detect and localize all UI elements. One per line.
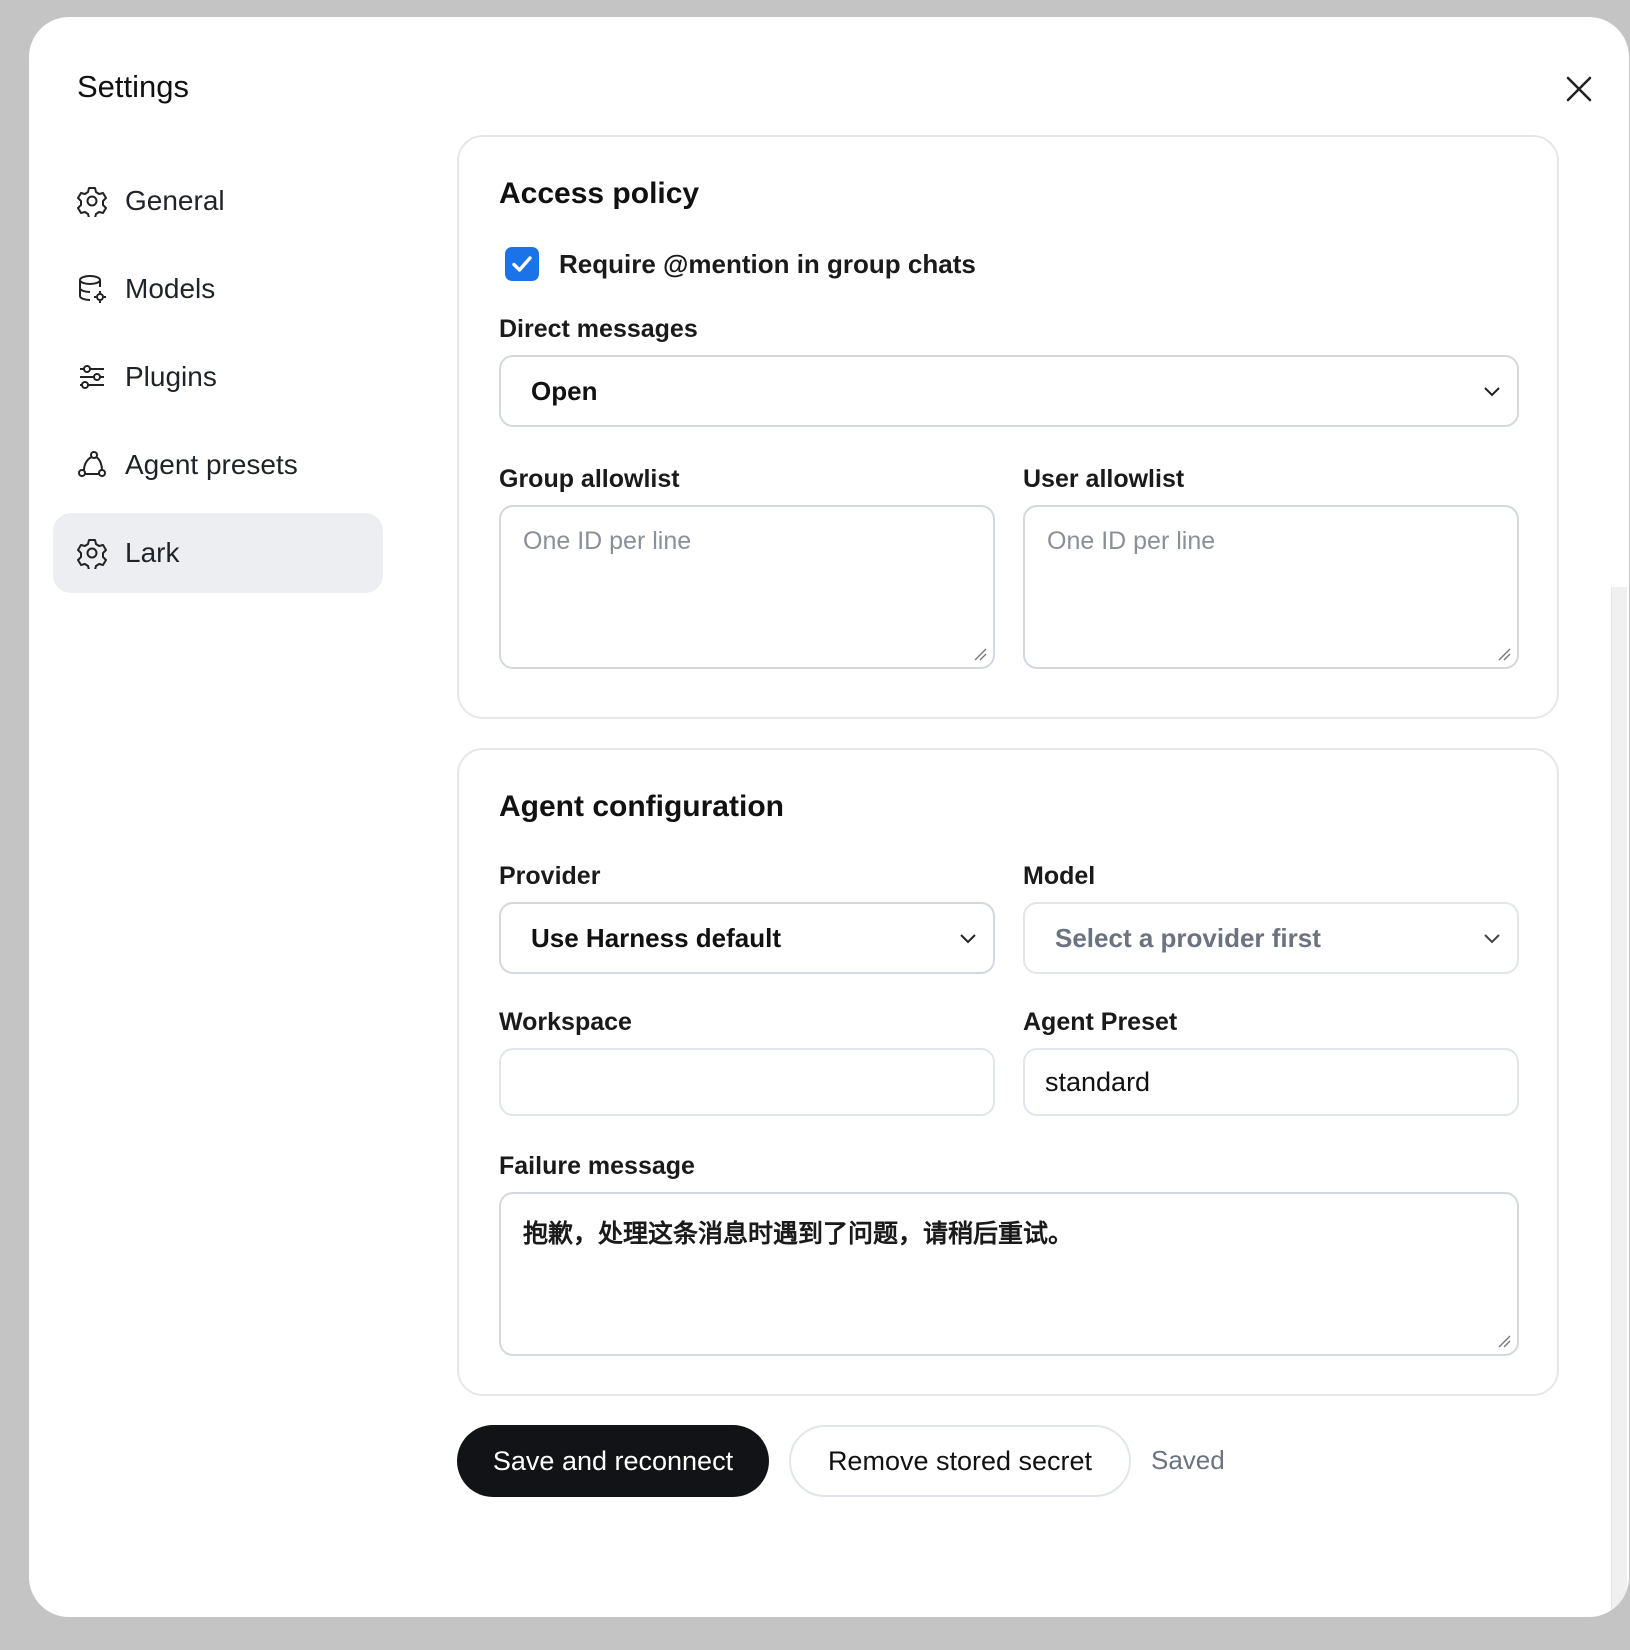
save-button-label: Save and reconnect bbox=[492, 1445, 734, 1476]
workspace-input[interactable] bbox=[499, 1048, 995, 1116]
require-mention-checkbox[interactable] bbox=[505, 247, 539, 281]
chevron-down-icon bbox=[1484, 934, 1500, 944]
close-button[interactable] bbox=[1557, 67, 1601, 111]
direct-messages-select[interactable]: Open bbox=[499, 355, 1519, 427]
group-allowlist-placeholder: One ID per line bbox=[523, 527, 692, 555]
check-icon bbox=[512, 256, 532, 272]
failure-message-value: 抱歉，处理这条消息时遇到了问题，请稍后重试。 bbox=[523, 1220, 1074, 1248]
settings-sidebar: General Models Plugins Agent presets Lar… bbox=[53, 161, 383, 601]
sidebar-item-agent-presets[interactable]: Agent presets bbox=[53, 425, 383, 505]
remove-stored-secret-button[interactable]: Remove stored secret bbox=[789, 1425, 1131, 1497]
sidebar-item-label: Models bbox=[125, 273, 216, 304]
chevron-down-icon bbox=[1484, 387, 1500, 397]
direct-messages-label: Direct messages bbox=[499, 315, 698, 343]
agent-preset-input[interactable]: standard bbox=[1023, 1048, 1519, 1116]
agent-preset-value: standard bbox=[1045, 1066, 1151, 1097]
sidebar-item-models[interactable]: Models bbox=[53, 249, 383, 329]
direct-messages-value: Open bbox=[531, 375, 598, 406]
sidebar-item-label: Plugins bbox=[125, 361, 217, 392]
agent-preset-label: Agent Preset bbox=[1023, 1008, 1178, 1036]
gear-icon bbox=[75, 536, 109, 570]
section-title: Access policy bbox=[499, 177, 700, 210]
access-policy-card: Access policy Require @mention in group … bbox=[457, 135, 1559, 719]
sidebar-item-plugins[interactable]: Plugins bbox=[53, 337, 383, 417]
require-mention-checkbox-row[interactable]: Require @mention in group chats bbox=[505, 247, 976, 281]
modal-title: Settings bbox=[77, 69, 190, 104]
settings-modal: Settings General Models Plugins Agent pr… bbox=[29, 17, 1629, 1617]
sidebar-item-lark[interactable]: Lark bbox=[53, 513, 383, 593]
provider-value: Use Harness default bbox=[531, 922, 781, 953]
agent-configuration-card: Agent configuration Provider Use Harness… bbox=[457, 748, 1559, 1396]
model-placeholder: Select a provider first bbox=[1055, 922, 1321, 953]
sliders-icon bbox=[75, 360, 109, 394]
group-allowlist-textarea[interactable]: One ID per line bbox=[499, 505, 995, 669]
failure-message-label: Failure message bbox=[499, 1152, 695, 1180]
remove-button-label: Remove stored secret bbox=[827, 1445, 1093, 1476]
user-allowlist-label: User allowlist bbox=[1023, 465, 1185, 493]
close-icon bbox=[1566, 76, 1592, 102]
resize-handle-icon[interactable] bbox=[1497, 1334, 1511, 1348]
sidebar-item-label: Agent presets bbox=[125, 449, 298, 480]
chevron-down-icon bbox=[960, 934, 976, 944]
resize-handle-icon[interactable] bbox=[973, 647, 987, 661]
user-allowlist-placeholder: One ID per line bbox=[1047, 527, 1216, 555]
workspace-label: Workspace bbox=[499, 1008, 632, 1036]
model-select[interactable]: Select a provider first bbox=[1023, 902, 1519, 974]
model-label: Model bbox=[1023, 862, 1096, 890]
content-scrollbar[interactable] bbox=[1611, 587, 1627, 1617]
sidebar-item-label: General bbox=[125, 185, 225, 216]
group-allowlist-label: Group allowlist bbox=[499, 465, 680, 493]
save-status: Saved bbox=[1151, 1445, 1225, 1475]
require-mention-label: Require @mention in group chats bbox=[559, 248, 976, 279]
provider-label: Provider bbox=[499, 862, 601, 890]
failure-message-textarea[interactable]: 抱歉，处理这条消息时遇到了问题，请稍后重试。 bbox=[499, 1192, 1519, 1356]
resize-handle-icon[interactable] bbox=[1497, 647, 1511, 661]
user-allowlist-textarea[interactable]: One ID per line bbox=[1023, 505, 1519, 669]
save-and-reconnect-button[interactable]: Save and reconnect bbox=[457, 1425, 769, 1497]
sidebar-item-general[interactable]: General bbox=[53, 161, 383, 241]
agent-nodes-icon bbox=[75, 448, 109, 482]
section-title: Agent configuration bbox=[499, 790, 784, 823]
database-gear-icon bbox=[75, 272, 109, 306]
provider-select[interactable]: Use Harness default bbox=[499, 902, 995, 974]
gear-icon bbox=[75, 184, 109, 218]
sidebar-item-label: Lark bbox=[125, 537, 180, 568]
